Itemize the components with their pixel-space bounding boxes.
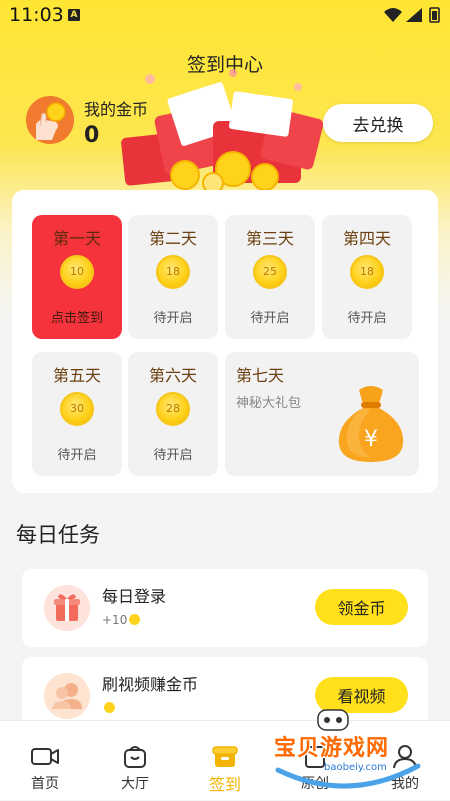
my-coins-value: 0 [84, 123, 100, 148]
day-7-card[interactable]: 第七天 神秘大礼包 ¥ [225, 352, 419, 476]
day-status: 待开启 [153, 448, 193, 463]
task-name: 每日登录 [102, 587, 167, 606]
day-status: 待开启 [250, 311, 290, 326]
day-3-card[interactable]: 第三天 25 待开启 [225, 215, 315, 339]
day-status: 待开启 [347, 311, 387, 326]
red-envelope-illustration [121, 69, 324, 190]
task-daily-login: 每日登录 +10 领金币 [22, 569, 428, 647]
day-status: 待开启 [57, 448, 97, 463]
coin-icon: 10 [60, 255, 94, 289]
nav-label: 签到 [208, 775, 241, 794]
video-icon [31, 748, 59, 765]
gift-icon [44, 585, 90, 631]
coin-icon [104, 702, 115, 713]
watermark: 宝贝游戏网 baobeiy.com [268, 708, 428, 798]
coin-icon: 18 [156, 255, 190, 289]
day-status: 点击签到 [50, 311, 103, 326]
day-title: 第一天 [52, 229, 101, 248]
task-reward [102, 701, 115, 715]
coin-icon [129, 614, 141, 625]
day-2-card[interactable]: 第二天 18 待开启 [128, 215, 218, 339]
status-icons [382, 6, 444, 28]
notification-a-icon: A [68, 9, 80, 21]
money-bag-icon: ¥ [338, 386, 404, 462]
nav-label: 首页 [31, 776, 59, 792]
watermark-text: 宝贝游戏网 [274, 736, 390, 761]
day-title: 第二天 [148, 229, 197, 248]
claim-coins-button[interactable]: 领金币 [315, 589, 408, 625]
coin-icon: 30 [60, 392, 94, 426]
mystery-gift-label: 神秘大礼包 [236, 396, 302, 411]
nav-label: 大厅 [121, 776, 149, 792]
day-title: 第四天 [342, 229, 391, 248]
smile-bag-icon [124, 746, 146, 768]
day-4-card[interactable]: 第四天 18 待开启 [322, 215, 412, 339]
status-bar: 11:03 A [0, 0, 450, 30]
day-6-card[interactable]: 第六天 28 待开启 [128, 352, 218, 476]
svg-text:¥: ¥ [364, 427, 378, 452]
task-reward-value: +10 [102, 613, 128, 627]
signal-icon [406, 8, 422, 22]
thumbs-up-coin-icon [26, 96, 74, 144]
day-status: 待开启 [153, 311, 193, 326]
checkin-card: 第一天 10 点击签到 第二天 18 待开启 第三天 25 待开启 第四天 18… [12, 190, 438, 493]
day-1-card[interactable]: 第一天 10 点击签到 [32, 215, 122, 339]
day-5-card[interactable]: 第五天 30 待开启 [32, 352, 122, 476]
nav-signin[interactable]: 签到 [180, 721, 270, 801]
day-title: 第六天 [148, 366, 197, 385]
day-title: 第三天 [245, 229, 294, 248]
wifi-icon [384, 8, 402, 22]
coin-icon: 28 [156, 392, 190, 426]
coin-icon: 18 [350, 255, 384, 289]
task-name: 刷视频赚金币 [102, 675, 199, 694]
status-time: 11:03 [9, 4, 64, 26]
day-title: 第五天 [52, 366, 101, 385]
task-reward: +10 [102, 613, 141, 627]
daily-tasks-title: 每日任务 [16, 523, 100, 547]
users-icon [44, 673, 90, 719]
signin-icon [212, 746, 238, 767]
day-title: 第七天 [236, 366, 285, 385]
exchange-button[interactable]: 去兑换 [323, 104, 433, 142]
avatar[interactable] [26, 96, 74, 144]
nav-home[interactable]: 首页 [0, 721, 90, 801]
nav-lobby[interactable]: 大厅 [90, 721, 180, 801]
coin-icon: 25 [253, 255, 287, 289]
watermark-url: baobeiy.com [324, 762, 387, 773]
